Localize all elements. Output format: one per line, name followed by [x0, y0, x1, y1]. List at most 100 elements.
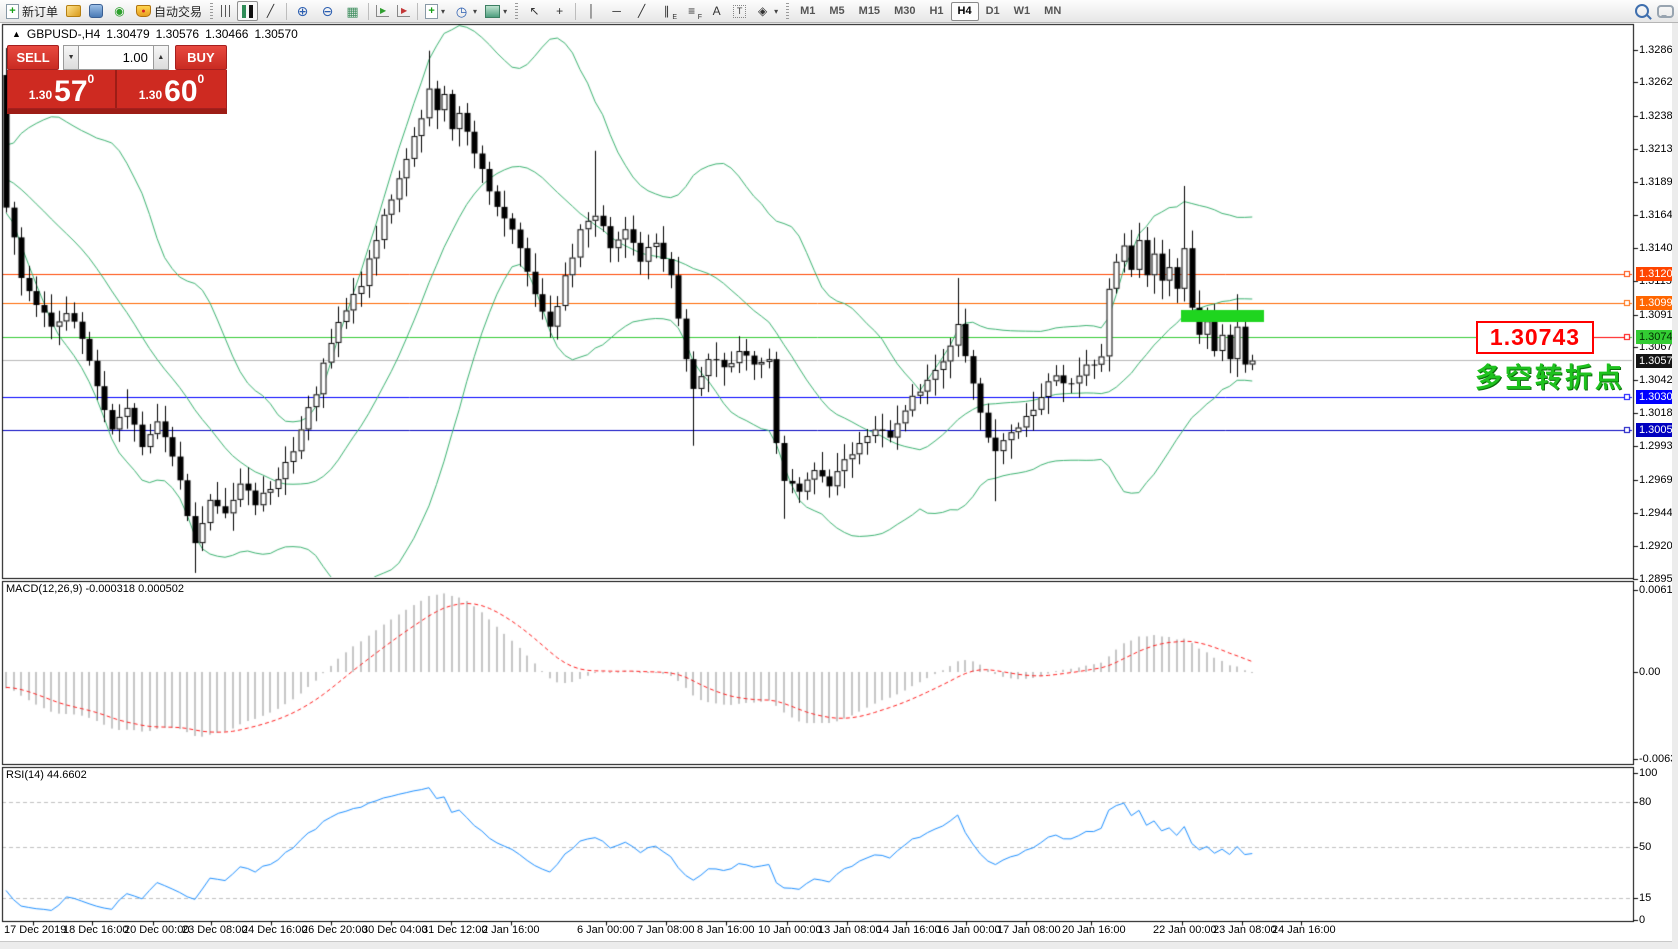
- trendline-button[interactable]: ╱: [629, 1, 654, 21]
- bid-price-pips: 57: [54, 79, 87, 105]
- auto-scroll-icon: ▶: [376, 5, 389, 17]
- time-tick: 7 Jan 08:00: [637, 924, 695, 936]
- time-tick: 17 Jan 08:00: [997, 924, 1061, 936]
- templates-icon: [485, 5, 500, 18]
- vertical-line-icon: │: [583, 3, 600, 19]
- templates-button[interactable]: ▾: [481, 1, 511, 21]
- auto-scroll-button[interactable]: ▶: [372, 1, 393, 21]
- time-tick: 20 Jan 16:00: [1062, 924, 1126, 936]
- horizontal-line-button[interactable]: ─: [604, 1, 629, 21]
- toolbar-drag-handle: [786, 3, 789, 19]
- one-click-trading-panel: SELL ▼ 1.00 ▲ BUY 1.30 57 0 1.30 60 0: [7, 45, 227, 114]
- auto-trading-icon: ●: [136, 5, 151, 17]
- chart-shift-button[interactable]: ▶: [393, 1, 414, 21]
- text-button[interactable]: A: [704, 1, 729, 21]
- channel-icon: ∥E: [658, 3, 675, 19]
- timeframe-mn-button[interactable]: MN: [1037, 2, 1068, 21]
- fibonacci-button[interactable]: ≡F: [679, 1, 704, 21]
- time-tick: 17 Dec 2019: [4, 924, 66, 936]
- sell-button[interactable]: SELL: [7, 45, 59, 70]
- time-tick: 26 Dec 20:00: [302, 924, 367, 936]
- horizontal-line-icon: ─: [608, 3, 625, 19]
- time-tick: 16 Jan 00:00: [937, 924, 1001, 936]
- price-chart-canvas[interactable]: [0, 0, 1678, 949]
- time-tick: 8 Jan 16:00: [697, 924, 755, 936]
- time-tick: 30 Dec 04:00: [362, 924, 427, 936]
- crosshair-button[interactable]: +: [547, 1, 572, 21]
- timeframe-m15-button[interactable]: M15: [852, 2, 887, 21]
- volume-decrease-button[interactable]: ▼: [63, 45, 79, 70]
- timeframe-w1-button[interactable]: W1: [1007, 2, 1038, 21]
- rsi-tick: 100: [1639, 766, 1657, 780]
- toolbar-separator: [286, 3, 287, 20]
- data-window-icon: [89, 4, 103, 18]
- macd-indicator-label: MACD(12,26,9) -0.000318 0.000502: [6, 583, 184, 595]
- timeframe-m5-button[interactable]: M5: [822, 2, 851, 21]
- ask-price[interactable]: 1.30 60 0: [117, 70, 226, 108]
- line-chart-button[interactable]: ╱: [258, 1, 283, 21]
- open-value: 1.30479: [106, 27, 149, 41]
- chat-button[interactable]: [1653, 1, 1678, 21]
- time-tick: 13 Jan 08:00: [818, 924, 882, 936]
- timeframe-m30-button[interactable]: M30: [887, 2, 922, 21]
- shapes-button[interactable]: ◈▾: [750, 1, 782, 21]
- auto-trading-label: 自动交易: [154, 3, 202, 20]
- channel-button[interactable]: ∥E: [654, 1, 679, 21]
- time-tick: 14 Jan 16:00: [877, 924, 941, 936]
- window-bottom-edge: [0, 941, 1678, 949]
- bar-chart-button[interactable]: [217, 1, 237, 21]
- volume-increase-button[interactable]: ▲: [153, 45, 169, 70]
- periods-icon: ◷: [453, 3, 470, 19]
- zoom-out-button[interactable]: ⊖: [315, 1, 340, 21]
- time-tick: 2 Jan 16:00: [482, 924, 540, 936]
- turning-point-note: 多空转折点: [1428, 356, 1625, 395]
- high-value: 1.30576: [156, 27, 199, 41]
- close-value: 1.30570: [254, 27, 297, 41]
- indicators-button[interactable]: +▾: [421, 1, 449, 21]
- zoom-out-icon: ⊖: [319, 3, 336, 19]
- rsi-tick: 0: [1639, 913, 1645, 927]
- timeframe-d1-button[interactable]: D1: [979, 2, 1007, 21]
- collapse-icon[interactable]: ▲: [12, 29, 21, 39]
- text-label-button[interactable]: T: [729, 1, 750, 21]
- window-right-edge: [1672, 0, 1678, 949]
- candle-chart-button[interactable]: [237, 1, 258, 21]
- new-order-label: 新订单: [22, 3, 58, 20]
- bid-price-major: 1.30: [29, 85, 52, 105]
- data-window-button[interactable]: [85, 1, 107, 21]
- signals-button[interactable]: ◉: [107, 1, 132, 21]
- chart-title: ▲ GBPUSD-,H4 1.30479 1.30576 1.30466 1.3…: [12, 27, 298, 41]
- tile-windows-button[interactable]: ▦: [340, 1, 365, 21]
- rsi-tick: 15: [1639, 891, 1651, 905]
- chevron-down-icon: ▾: [441, 7, 445, 16]
- ask-price-major: 1.30: [139, 85, 162, 105]
- ask-price-pips: 60: [164, 79, 197, 105]
- volume-input[interactable]: 1.00: [79, 45, 153, 70]
- candle-chart-icon: [241, 5, 254, 18]
- cursor-button[interactable]: ↖: [522, 1, 547, 21]
- chart-shift-icon: ▶: [397, 5, 410, 17]
- trendline-icon: ╱: [633, 3, 650, 19]
- macd-tick: 0.00: [1639, 665, 1660, 679]
- text-label-icon: T: [733, 5, 746, 18]
- rsi-tick: 50: [1639, 840, 1651, 854]
- vertical-line-button[interactable]: │: [579, 1, 604, 21]
- toolbar-separator: [368, 3, 369, 20]
- bar-chart-icon: [221, 5, 233, 17]
- new-order-button[interactable]: +新订单: [2, 1, 62, 21]
- time-tick: 24 Dec 16:00: [242, 924, 307, 936]
- bid-price[interactable]: 1.30 57 0: [8, 70, 117, 108]
- timeframe-h1-button[interactable]: H1: [922, 2, 950, 21]
- chevron-down-icon: ▾: [503, 7, 507, 16]
- market-watch-button[interactable]: [62, 1, 85, 21]
- trade-panel-footer: [7, 109, 227, 114]
- line-chart-icon: ╱: [262, 3, 279, 19]
- periods-button[interactable]: ◷▾: [449, 1, 481, 21]
- timeframe-h4-button[interactable]: H4: [951, 2, 979, 21]
- timeframe-m1-button[interactable]: M1: [793, 2, 822, 21]
- text-icon: A: [708, 3, 725, 19]
- buy-button[interactable]: BUY: [175, 45, 227, 70]
- auto-trading-button[interactable]: ●自动交易: [132, 1, 206, 21]
- zoom-in-button[interactable]: ⊕: [290, 1, 315, 21]
- search-button[interactable]: [1631, 1, 1653, 21]
